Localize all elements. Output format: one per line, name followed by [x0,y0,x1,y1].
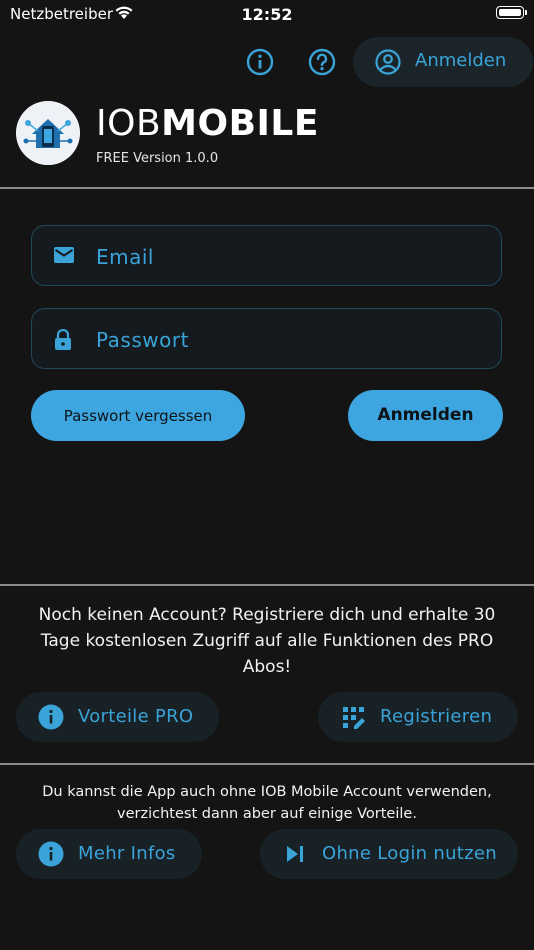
pro-benefits-label: Vorteile PRO [78,706,194,727]
help-icon[interactable] [307,47,337,77]
skip-next-icon [287,846,303,862]
email-input[interactable] [94,236,488,278]
app-version: FREE Version 1.0.0 [96,151,219,166]
login-submit-label: Anmelden [377,405,474,425]
app-title: IOBMOBILE [96,104,319,144]
status-bar: Netzbetreiber 12:52 [0,0,534,28]
forgot-password-button[interactable]: Passwort vergessen [31,390,245,441]
register-button[interactable]: Registrieren [318,692,518,742]
lock-icon [55,329,71,350]
skip-login-label: Ohne Login nutzen [322,843,497,864]
password-input[interactable] [94,319,488,361]
email-field[interactable] [31,225,502,286]
info-filled-icon [38,841,64,867]
divider [0,584,534,586]
password-field[interactable] [31,308,502,369]
forgot-password-label: Passwort vergessen [63,407,213,425]
app-title-bold: MOBILE [161,103,319,144]
app-title-light: IOB [96,103,162,144]
app-logo [16,101,80,165]
skip-login-button[interactable]: Ohne Login nutzen [260,829,518,879]
battery-icon [496,6,527,19]
register-label: Registrieren [380,706,493,727]
pro-benefits-button[interactable]: Vorteile PRO [16,692,219,742]
info-filled-icon [38,704,64,730]
clock: 12:52 [241,5,293,24]
divider [0,763,534,765]
mail-icon [54,247,74,263]
more-info-label: Mehr Infos [78,843,176,864]
account-circle-icon [375,49,401,75]
app-registration-icon [343,707,365,729]
register-info-text: Noch keinen Account? Registriere dich un… [38,605,496,677]
divider [0,187,534,189]
header-login-button[interactable]: Anmelden [353,37,533,87]
guest-info-text: Du kannst die App auch ohne IOB Mobile A… [42,784,492,822]
info-icon[interactable] [245,47,275,77]
more-info-button[interactable]: Mehr Infos [16,829,202,879]
login-submit-button[interactable]: Anmelden [348,390,503,441]
header-login-label: Anmelden [415,50,507,71]
